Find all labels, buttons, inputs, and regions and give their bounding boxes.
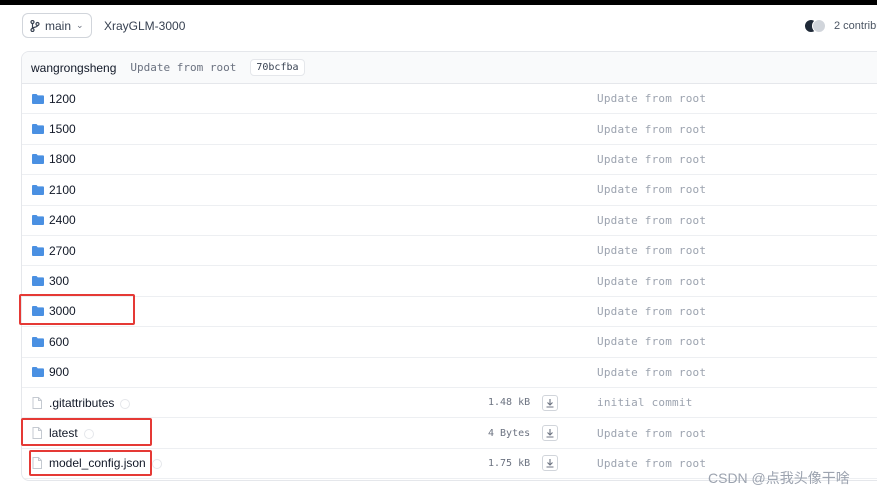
contributor-avatars bbox=[804, 19, 828, 33]
highlight-box-model-config bbox=[29, 450, 152, 476]
commit-message-link[interactable]: Update from root bbox=[597, 123, 706, 136]
table-row[interactable]: 1500 Update from root bbox=[22, 114, 877, 145]
file-icon bbox=[32, 396, 44, 409]
branch-selector-button[interactable]: main ⌄ bbox=[22, 13, 92, 38]
table-row[interactable]: 300 Update from root bbox=[22, 266, 877, 297]
chevron-down-icon: ⌄ bbox=[76, 20, 84, 30]
branch-name: main bbox=[45, 18, 72, 33]
contributors-count: 2 contribu bbox=[834, 20, 877, 32]
commit-message-link[interactable]: Update from root bbox=[597, 153, 706, 166]
table-row[interactable]: 3000 Update from root bbox=[22, 297, 877, 328]
folder-icon bbox=[32, 245, 44, 256]
file-name-link[interactable]: 2400 bbox=[49, 213, 76, 227]
commit-message-link[interactable]: Update from root bbox=[597, 427, 706, 440]
highlight-box-3000 bbox=[19, 294, 135, 325]
file-name-link[interactable]: 2700 bbox=[49, 244, 76, 258]
folder-icon bbox=[32, 276, 44, 287]
table-row[interactable]: 2700 Update from root bbox=[22, 236, 877, 267]
contributors-link[interactable]: 2 contribu bbox=[804, 19, 877, 33]
file-name-link[interactable]: 1500 bbox=[49, 122, 76, 136]
commit-message-link[interactable]: Update from root bbox=[597, 92, 706, 105]
table-row[interactable]: 600 Update from root bbox=[22, 327, 877, 358]
folder-icon bbox=[32, 367, 44, 378]
file-name-link[interactable]: 1800 bbox=[49, 152, 76, 166]
info-icon bbox=[120, 398, 131, 409]
file-name-link[interactable]: 1200 bbox=[49, 92, 76, 106]
commit-message-link[interactable]: Update from root bbox=[597, 244, 706, 257]
table-row[interactable]: 1200 Update from root bbox=[22, 84, 877, 115]
git-branch-icon bbox=[30, 19, 40, 32]
file-size: 1.48 kB bbox=[488, 397, 531, 409]
table-row[interactable]: 2100 Update from root bbox=[22, 175, 877, 206]
table-row[interactable]: .gitattributes 1.48 kB initial commit bbox=[22, 388, 877, 419]
commit-message-link[interactable]: Update from root bbox=[597, 305, 706, 318]
avatar bbox=[812, 19, 826, 33]
table-row[interactable]: 2400 Update from root bbox=[22, 206, 877, 236]
table-row[interactable]: 1800 Update from root bbox=[22, 145, 877, 176]
commit-message-link[interactable]: initial commit bbox=[597, 396, 693, 409]
folder-icon bbox=[32, 154, 44, 165]
info-icon bbox=[151, 459, 162, 470]
folder-icon bbox=[32, 124, 44, 135]
commit-message-link[interactable]: Update from root bbox=[597, 275, 706, 288]
folder-icon bbox=[32, 93, 44, 104]
download-icon[interactable] bbox=[542, 425, 558, 442]
folder-icon bbox=[32, 336, 44, 347]
file-size: 1.75 kB bbox=[488, 457, 531, 469]
file-name-link[interactable]: 300 bbox=[49, 274, 69, 288]
commit-message-link[interactable]: Update from root bbox=[597, 183, 706, 196]
file-table: wangrongsheng Update from root 70bcfba 1… bbox=[21, 51, 877, 481]
file-name-link[interactable]: .gitattributes bbox=[49, 396, 131, 410]
commit-message-link[interactable]: Update from root bbox=[597, 366, 706, 379]
file-name-link[interactable]: 900 bbox=[49, 365, 69, 379]
repo-name[interactable]: XrayGLM-3000 bbox=[104, 19, 185, 33]
folder-icon bbox=[32, 184, 44, 195]
commit-message-link[interactable]: Update from root bbox=[597, 457, 706, 470]
commit-message-link[interactable]: Update from root bbox=[597, 214, 706, 227]
download-icon[interactable] bbox=[542, 455, 558, 472]
csdn-watermark: CSDN @点我头像干啥 bbox=[708, 470, 850, 486]
folder-icon bbox=[32, 215, 44, 226]
file-name-link[interactable]: 2100 bbox=[49, 183, 76, 197]
highlight-box-latest bbox=[21, 418, 152, 446]
file-name-link[interactable]: 600 bbox=[49, 335, 69, 349]
table-row[interactable]: 900 Update from root bbox=[22, 358, 877, 388]
top-bar bbox=[0, 0, 877, 5]
commit-author[interactable]: wangrongsheng bbox=[31, 61, 116, 75]
download-icon[interactable] bbox=[542, 394, 558, 411]
file-size: 4 Bytes bbox=[488, 427, 531, 439]
commit-sha[interactable]: 70bcfba bbox=[250, 59, 305, 76]
commit-message-link[interactable]: Update from root bbox=[597, 335, 706, 348]
commit-message[interactable]: Update from root bbox=[130, 61, 236, 74]
latest-commit-header: wangrongsheng Update from root 70bcfba bbox=[22, 52, 877, 84]
